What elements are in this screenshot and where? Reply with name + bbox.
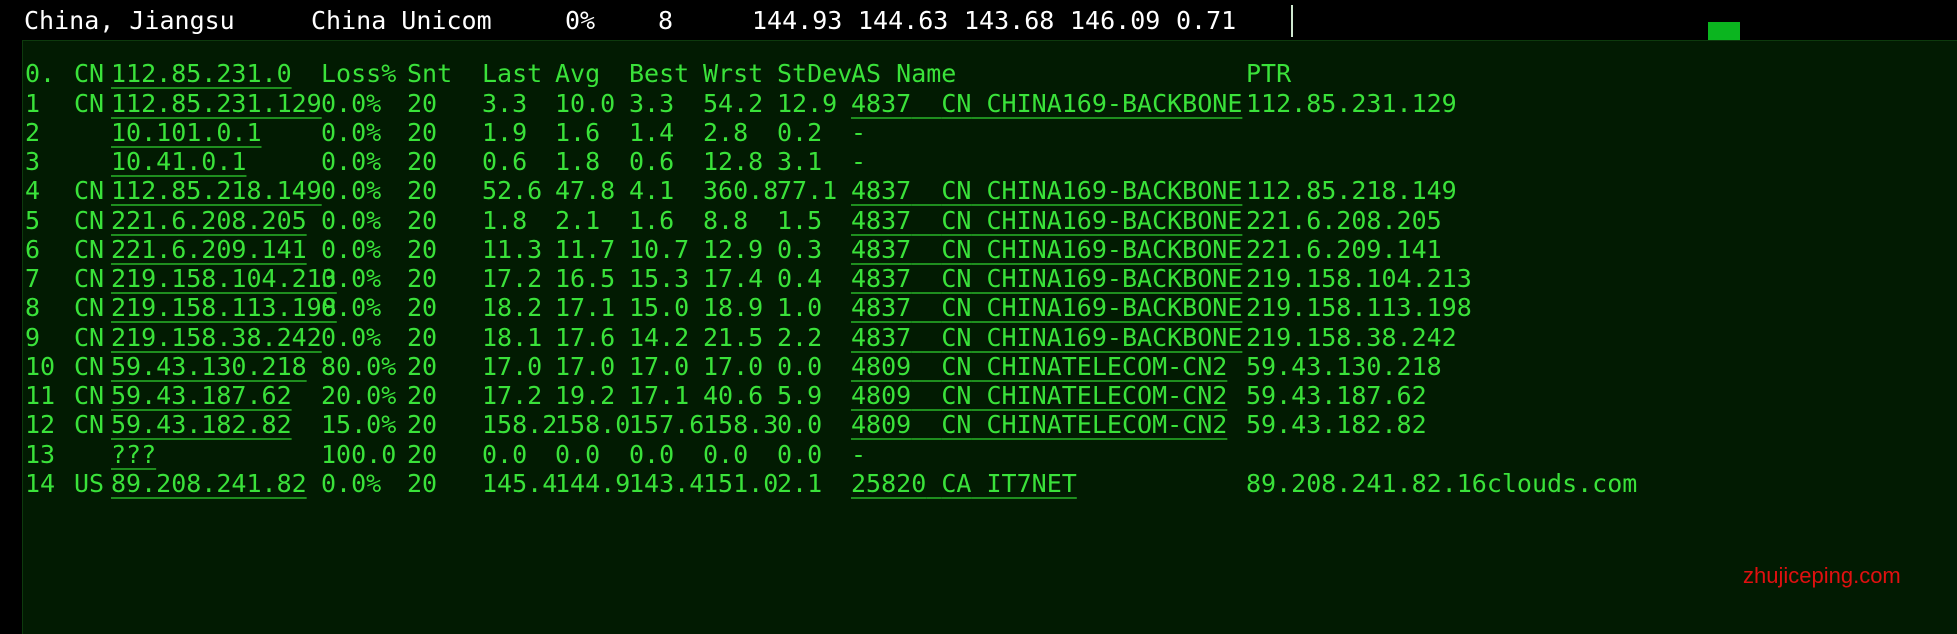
as-number: 4809 (851, 410, 912, 440)
as-country-code: CN (941, 410, 972, 440)
watermark: zhujiceping.com (1743, 563, 1901, 588)
as-number: 4837 (851, 234, 912, 264)
summary-isp: China Unicom (311, 6, 492, 35)
avg-value: 144.9 (555, 468, 631, 498)
as-link[interactable]: 25820 CA IT7NET (851, 466, 1077, 502)
loss-value: 0.0% (321, 468, 382, 498)
summary-avg: 144.63 (858, 6, 949, 35)
summary-last: 144.93 (752, 6, 843, 35)
snt-value: 20 (407, 468, 438, 498)
ptr-value: 89.208.241.82.16clouds.com (1246, 468, 1638, 498)
summary-sent: 8 (658, 6, 674, 35)
country-code: US (74, 468, 105, 498)
as-name: CHINA169-BACKBONE (986, 264, 1243, 294)
as-country-code: CN (941, 176, 972, 206)
stdev-value: 2.1 (777, 468, 823, 498)
summary-location: China, Jiangsu (24, 6, 235, 35)
as-name: IT7NET (986, 468, 1077, 498)
as-country-code: CN (941, 88, 972, 118)
as-number: 25820 (851, 468, 927, 498)
last-value: 145.4 (482, 468, 558, 498)
as-name: CHINATELECOM-CN2 (986, 351, 1228, 381)
summary-best: 143.68 (964, 6, 1055, 35)
as-number: 4837 (851, 293, 912, 323)
as-number: 4809 (851, 381, 912, 411)
summary-row: China, Jiangsu China Unicom 0% 8 144.93 … (0, 0, 1957, 67)
as-country-code: CN (941, 234, 972, 264)
as-name: CHINA169-BACKBONE (986, 88, 1243, 118)
as-name: CHINA169-BACKBONE (986, 234, 1243, 264)
green-status-block (1708, 22, 1740, 40)
text-cursor (1291, 5, 1293, 37)
as-country-code: CN (941, 351, 972, 381)
hop-row: 14 US 89.208.241.82 0.0% 20 145.4 144.9 143.4 15… (23, 466, 1957, 502)
summary-stdev: 0.71 (1176, 6, 1237, 35)
as-number: 4809 (851, 351, 912, 381)
as-name: CHINA169-BACKBONE (986, 293, 1243, 323)
as-name: CHINATELECOM-CN2 (986, 381, 1228, 411)
as-name: CHINA169-BACKBONE (986, 205, 1243, 235)
hop-number: 14 (25, 468, 56, 498)
as-name: CHINA169-BACKBONE (986, 322, 1243, 352)
as-number: 4837 (851, 322, 912, 352)
as-number: 4837 (851, 88, 912, 118)
as-country-code: CN (941, 264, 972, 294)
mtr-result-panel: 0. CN 112.85.231.0 Loss% Snt Last Avg Be… (22, 40, 1957, 634)
as-country-code: CN (941, 293, 972, 323)
wrst-value: 151.0 (703, 468, 779, 498)
as-name: CHINA169-BACKBONE (986, 176, 1243, 206)
as-number: 4837 (851, 176, 912, 206)
as-name: CHINATELECOM-CN2 (986, 410, 1228, 440)
as-number: 4837 (851, 205, 912, 235)
host-link[interactable]: 89.208.241.82 (111, 466, 307, 502)
as-country-code: CN (941, 381, 972, 411)
as-country-code: CN (941, 205, 972, 235)
as-country-code: CA (941, 468, 972, 498)
as-number: 4837 (851, 264, 912, 294)
as-country-code: CN (941, 322, 972, 352)
summary-loss: 0% (565, 6, 596, 35)
summary-worst: 146.09 (1070, 6, 1161, 35)
best-value: 143.4 (629, 468, 705, 498)
